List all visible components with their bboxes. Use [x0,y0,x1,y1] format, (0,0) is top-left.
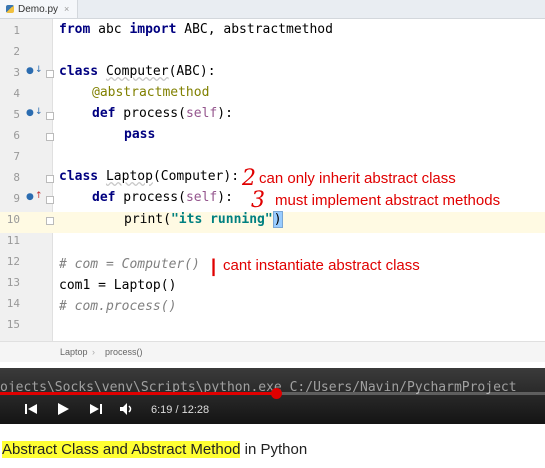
fold-marker-icon[interactable] [46,196,54,204]
code-line-6: pass [124,127,156,142]
annotation-note-1: cant instantiate abstract class [223,257,420,274]
code-line-5: def process(self): [92,106,233,121]
arrow-up-icon[interactable]: ↑ [35,191,43,201]
self-param: self [185,190,218,205]
keyword-class: class [59,64,99,79]
code-line-13: com1 = Laptop() [59,278,177,293]
overridden-method-icon[interactable]: ● [26,66,34,76]
keyword-def: def [92,106,116,121]
python-file-icon [6,5,14,13]
class-bases: (Computer): [152,169,240,184]
caption-rest: in Python [240,441,308,458]
line-number: 13 [6,276,20,289]
line-number: 1 [13,24,20,37]
line-number: 4 [13,87,20,100]
tab-close-icon[interactable]: × [64,4,69,14]
line-number: 14 [6,297,20,310]
keyword-from: from [59,22,91,37]
breadcrumb: Laptop › process() [0,341,545,362]
self-param: self [185,106,218,121]
line-number: 3 [13,66,20,79]
previous-icon[interactable] [24,402,38,421]
arrow-down-icon[interactable]: ↓ [35,107,43,117]
control-bar: 6:19 / 12:28 [0,398,545,422]
arrow-down-icon[interactable]: ↓ [35,65,43,75]
fold-marker-icon[interactable] [46,70,54,78]
line-number: 9 [13,192,20,205]
annotation-note-2: can only inherit abstract class [259,170,456,187]
breadcrumb-item-laptop[interactable]: Laptop [60,347,88,357]
overridden-method-icon[interactable]: ● [26,108,34,118]
fold-marker-icon[interactable] [46,112,54,120]
code-line-3: class Computer(ABC): [59,64,216,79]
tab-demo-py[interactable]: Demo.py × [0,0,79,18]
code-line-1: from abc import ABC, abstractmethod [59,22,333,37]
annotation-mark-1: | [211,256,217,276]
matched-bracket: ) [272,211,283,228]
print-call: print( [124,212,171,227]
fold-marker-icon[interactable] [46,133,54,141]
tab-label: Demo.py [18,3,59,15]
annotation-note-3: must implement abstract methods [275,192,501,209]
implementing-method-icon[interactable]: ● [26,192,34,202]
module-name: abc [90,22,130,37]
video-caption: Abstract Class and Abstract Method in Py… [2,441,307,458]
volume-icon[interactable] [119,402,135,421]
time-display: 6:19 / 12:28 [151,404,210,416]
method-signature: process( [115,106,186,121]
caption-highlight: Abstract Class and Abstract Method [2,441,241,458]
signature-end: ): [217,190,233,205]
code-line-12: # com = Computer() [59,257,200,272]
method-signature: process( [115,190,186,205]
keyword-import: import [129,22,177,37]
line-number: 6 [13,129,20,142]
class-bases: (ABC): [168,64,216,79]
fold-marker-icon[interactable] [46,217,54,225]
signature-end: ): [217,106,233,121]
line-number: 7 [13,150,20,163]
next-icon[interactable] [89,402,103,421]
annotation-mark-3: 3 [251,188,265,213]
keyword-class: class [59,169,99,184]
line-number: 2 [13,45,20,58]
keyword-def: def [92,190,116,205]
line-number: 8 [13,171,20,184]
play-icon[interactable] [56,402,70,421]
line-number: 15 [6,318,20,331]
code-line-9: def process(self): [92,190,233,205]
progress-bar[interactable] [0,388,545,399]
ide-window: Demo.py × 1 2 3 4 5 6 7 8 9 10 11 12 13 … [0,0,545,368]
chevron-right-icon: › [92,347,95,357]
code-line-8: class Laptop(Computer): [59,169,239,184]
line-number: 10 [6,213,20,226]
progress-fill [0,392,277,395]
line-number: 12 [6,255,20,268]
class-name-laptop: Laptop [105,169,153,184]
line-number: 11 [6,234,20,247]
line-number: 5 [13,108,20,121]
breadcrumb-item-process[interactable]: process() [105,347,143,357]
editor-tab-bar: Demo.py × [0,0,545,19]
video-player-controls: ojects\Socks\venv\Scripts\python.exe C:/… [0,368,545,424]
fold-marker-icon[interactable] [46,175,54,183]
import-names: ABC, abstractmethod [176,22,333,37]
code-line-10: print("its running") [124,211,283,228]
class-name-computer: Computer [105,64,169,79]
string-literal: "its running" [170,212,273,227]
code-line-4: @abstractmethod [92,85,210,100]
code-line-14: # com.process() [59,299,177,314]
